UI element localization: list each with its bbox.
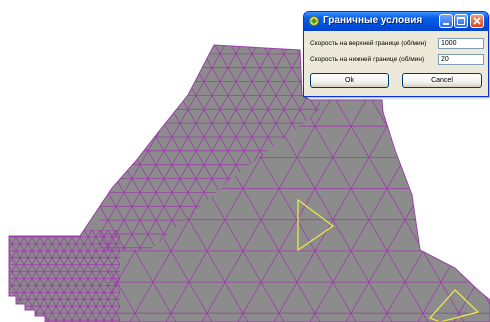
app-icon xyxy=(309,16,319,26)
lower-speed-label: Скорость на нижней границе (об/мин) xyxy=(310,56,425,63)
minimize-button[interactable] xyxy=(439,14,453,28)
upper-speed-input[interactable] xyxy=(438,38,484,49)
maximize-icon xyxy=(457,17,465,25)
boundary-conditions-dialog: Граничные условия Скорость на верхней гр… xyxy=(303,11,489,97)
dialog-title: Граничные условия xyxy=(323,15,423,26)
dialog-titlebar[interactable]: Граничные условия xyxy=(304,12,488,31)
close-button[interactable] xyxy=(470,14,484,28)
upper-speed-label: Скорость на верхней границе (об/мин) xyxy=(310,40,427,47)
maximize-button[interactable] xyxy=(454,14,468,28)
close-icon xyxy=(473,17,481,25)
minimize-icon xyxy=(443,23,449,25)
cancel-button[interactable]: Cancel xyxy=(402,73,482,88)
ok-button[interactable]: Ok xyxy=(310,73,389,88)
lower-speed-input[interactable] xyxy=(438,54,484,65)
